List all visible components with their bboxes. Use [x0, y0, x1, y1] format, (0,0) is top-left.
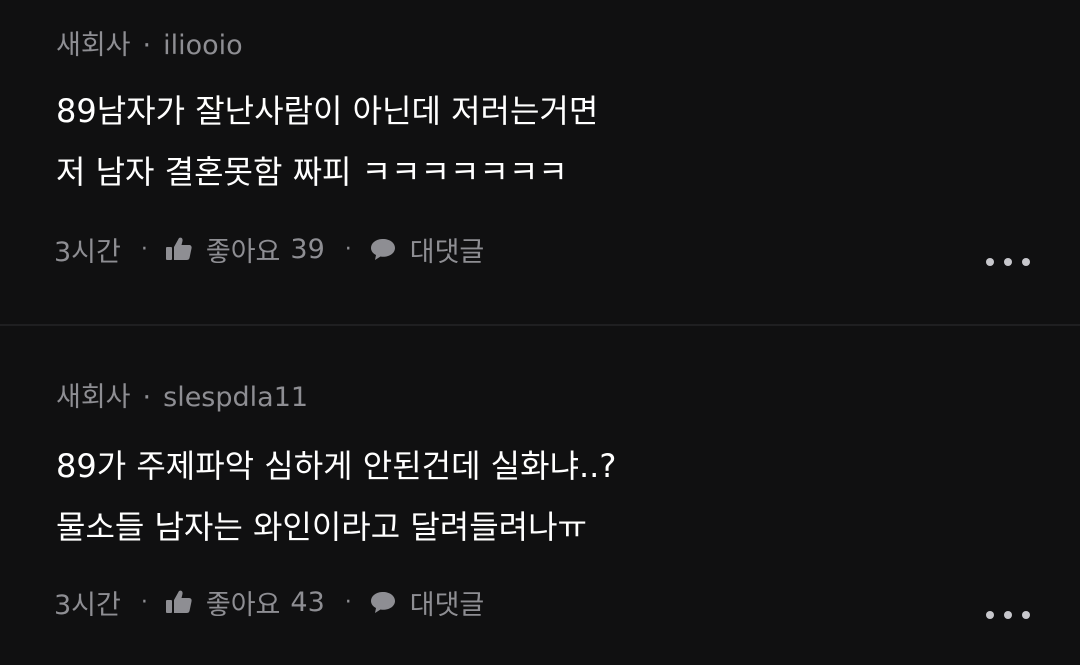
comment-text-line: 89남자가 잘난사람이 아닌데 저러는거면 [56, 92, 599, 130]
action-separator: · [140, 589, 148, 615]
comment-time: 3시간 [54, 236, 121, 268]
like-label: 좋아요 [205, 236, 281, 268]
comment-text-line: 저 남자 결혼못함 짜피 ㅋㅋㅋㅋㅋㅋㅋ [56, 153, 568, 191]
reply-button[interactable]: 대댓글 [368, 230, 485, 269]
action-separator: · [344, 589, 352, 615]
comment-actions: 3시간 · 좋아요 39 · 대댓글 [54, 229, 484, 269]
comment-item: 새회사 · slespdla11 89가 주제파악 심하게 안된건데 실화냐..? … [0, 326, 1080, 665]
author-username[interactable]: slespdla11 [163, 382, 308, 413]
more-horizontal-icon [1022, 258, 1030, 266]
reply-label: 대댓글 [409, 589, 485, 621]
author-company[interactable]: 새회사 [56, 30, 131, 61]
like-count: 43 [290, 586, 325, 618]
meta-separator: · [142, 382, 152, 413]
comment-item: 새회사 · iliooio 89남자가 잘난사람이 아닌데 저러는거면 저 남자 결… [0, 0, 1080, 325]
comment-time: 3시간 [54, 589, 121, 621]
action-separator: · [140, 236, 148, 262]
speech-bubble-icon [368, 234, 398, 264]
more-options-button[interactable] [986, 247, 1030, 277]
more-horizontal-icon [1022, 611, 1030, 619]
more-horizontal-icon [986, 611, 994, 619]
more-horizontal-icon [986, 258, 994, 266]
reply-label: 대댓글 [409, 236, 485, 268]
reply-button[interactable]: 대댓글 [368, 583, 485, 622]
more-options-button[interactable] [986, 600, 1030, 630]
comment-meta: 새회사 · slespdla11 [56, 384, 308, 411]
comment-actions: 3시간 · 좋아요 43 · 대댓글 [54, 582, 484, 622]
thumbs-up-icon [164, 234, 194, 264]
like-label: 좋아요 [205, 589, 281, 621]
comment-meta: 새회사 · iliooio [56, 32, 243, 59]
author-username[interactable]: iliooio [163, 30, 243, 61]
author-company[interactable]: 새회사 [56, 382, 131, 413]
more-horizontal-icon [1004, 611, 1012, 619]
like-button[interactable]: 좋아요 43 [164, 583, 325, 622]
action-separator: · [344, 236, 352, 262]
like-count: 39 [290, 233, 325, 265]
comment-text-line: 물소들 남자는 와인이라고 달려들려나ㅠ [56, 508, 587, 546]
comment-text-line: 89가 주제파악 심하게 안된건데 실화냐..? [56, 447, 617, 485]
like-button[interactable]: 좋아요 39 [164, 230, 325, 269]
thumbs-up-icon [164, 587, 194, 617]
speech-bubble-icon [368, 587, 398, 617]
more-horizontal-icon [1004, 258, 1012, 266]
meta-separator: · [142, 30, 152, 61]
